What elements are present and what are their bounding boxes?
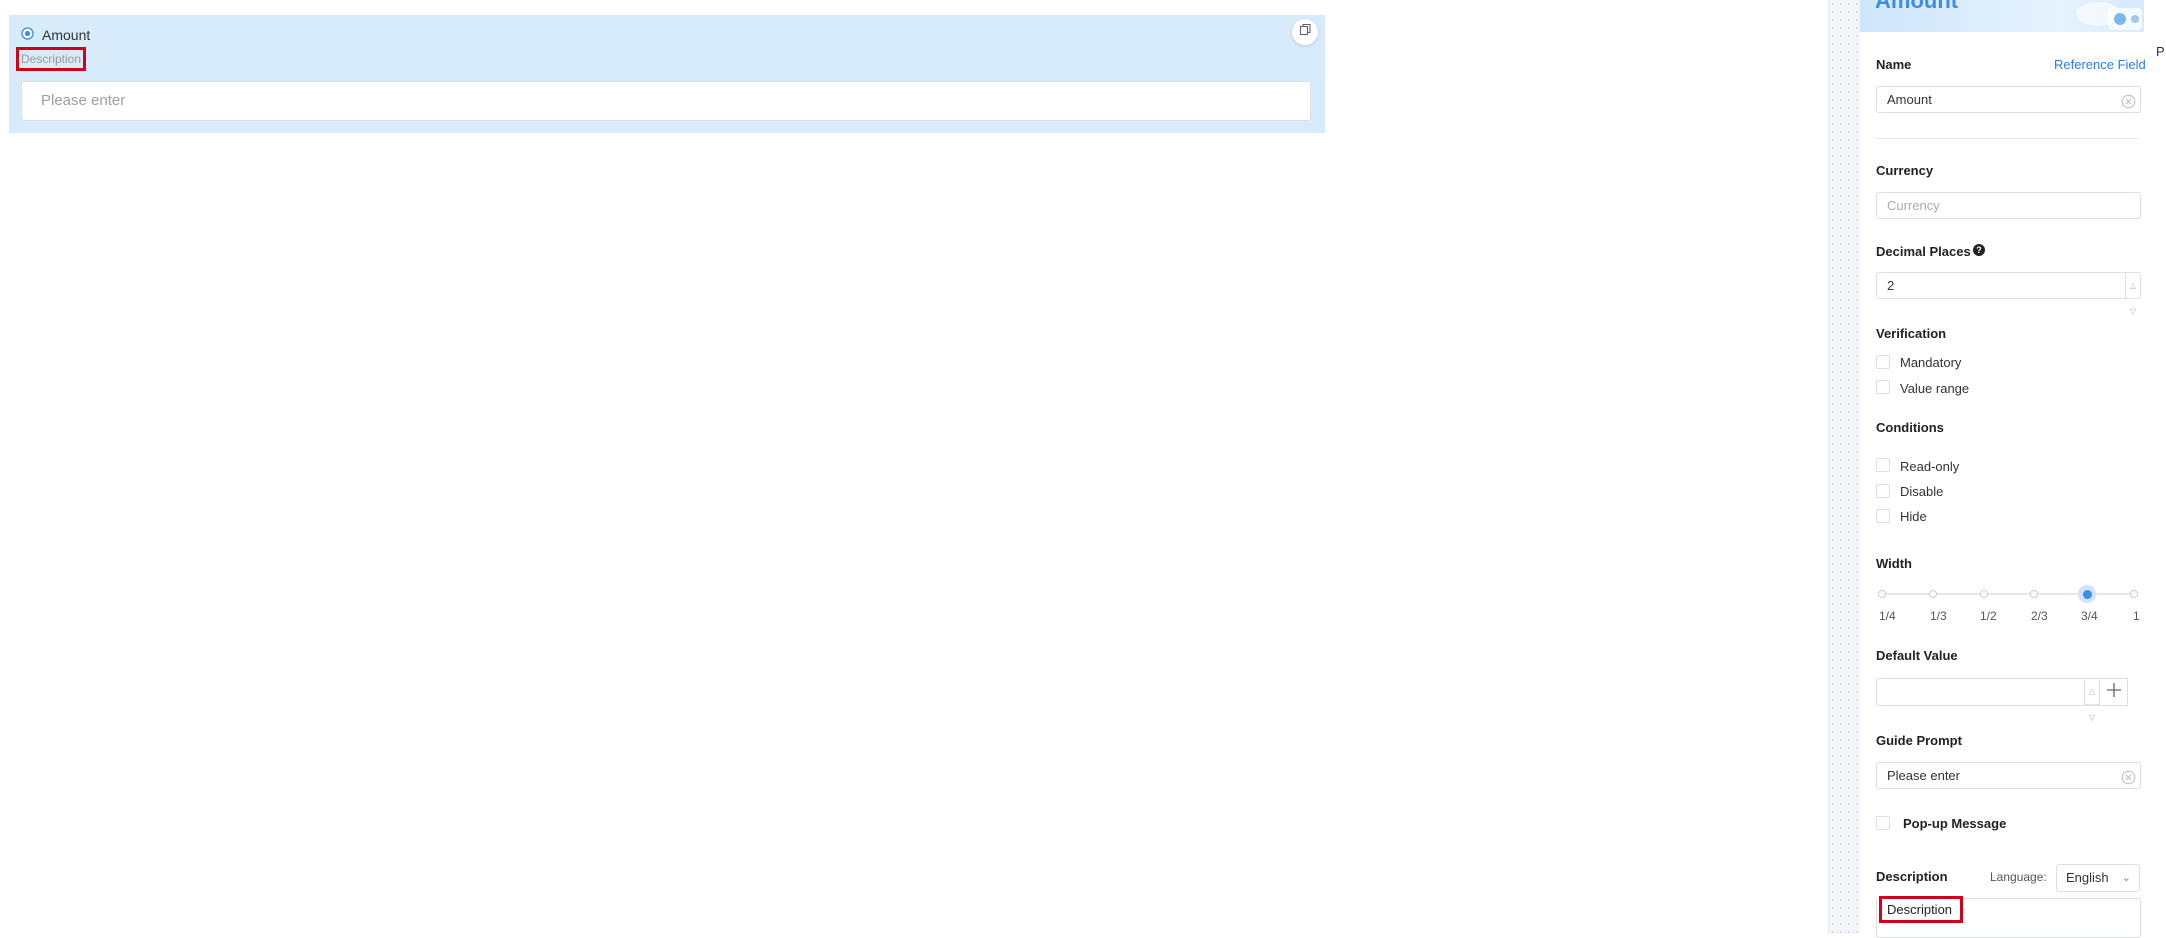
popup-message-checkbox[interactable] <box>1876 816 1890 830</box>
read-only-checkbox[interactable] <box>1876 458 1890 472</box>
decimal-places-label-row: Decimal Places ? <box>1876 244 1985 259</box>
hide-label: Hide <box>1900 509 1927 524</box>
mandatory-label: Mandatory <box>1900 355 1962 370</box>
panel-header-title: Amount <box>1875 0 1959 13</box>
chevron-down-icon[interactable]: ▽ <box>2126 299 2140 324</box>
default-value-spinner[interactable]: △ ▽ <box>2084 679 2099 722</box>
add-default-value-button[interactable] <box>2100 678 2128 706</box>
width-stop[interactable] <box>1980 590 1988 598</box>
width-stop[interactable] <box>1929 590 1937 598</box>
chevron-up-icon[interactable]: △ <box>2126 273 2140 299</box>
width-tick-label: 1/2 <box>1980 609 1997 623</box>
width-label: Width <box>1876 556 1912 571</box>
default-value-input[interactable]: △ ▽ <box>1876 678 2100 722</box>
name-label: Name <box>1876 57 1912 72</box>
currency-input[interactable]: Currency <box>1876 192 2141 219</box>
width-tick-label: 2/3 <box>2031 609 2048 623</box>
width-tick-label: 1 <box>2133 609 2140 623</box>
field-title-row: Amount <box>21 27 90 43</box>
read-only-label: Read-only <box>1900 459 1960 474</box>
help-icon[interactable]: ? <box>1972 244 1985 259</box>
name-input-value: Amount <box>1887 92 1932 107</box>
currency-label: Currency <box>1876 163 1934 178</box>
width-tick-label: 1/3 <box>1930 609 1947 623</box>
chevron-down-icon[interactable]: ▽ <box>2085 705 2099 730</box>
right-edge-panel: P <box>2144 0 2166 934</box>
reference-field-link[interactable]: Reference Field <box>2054 57 2146 72</box>
plus-icon <box>2106 681 2122 704</box>
width-tick-label: 1/4 <box>1879 609 1896 623</box>
decimal-spinner[interactable]: △ ▽ <box>2125 273 2140 316</box>
width-stop[interactable] <box>2030 590 2038 598</box>
chevron-down-icon: ⌄ <box>2121 872 2131 884</box>
language-label: Language: <box>1990 870 2047 884</box>
field-title: Amount <box>42 27 91 43</box>
width-tick-label: 3/4 <box>2081 609 2098 623</box>
right-edge-letter: P <box>2156 44 2165 59</box>
name-input[interactable]: Amount <box>1876 86 2141 113</box>
field-description: Description <box>16 47 86 71</box>
svg-text:?: ? <box>1976 245 1982 255</box>
width-slider-track[interactable] <box>1882 593 2134 595</box>
decimal-places-input[interactable]: 2 △ ▽ <box>1876 272 2141 316</box>
clear-icon[interactable] <box>2121 768 2136 793</box>
width-stop[interactable] <box>2130 590 2138 598</box>
disable-label: Disable <box>1900 484 1944 499</box>
guide-prompt-value: Please enter <box>1887 768 1960 783</box>
copy-icon <box>1299 23 1312 41</box>
language-value: English <box>2066 870 2109 885</box>
panel-header: Amount <box>1860 0 2144 32</box>
disable-checkbox[interactable] <box>1876 484 1890 498</box>
guide-prompt-label: Guide Prompt <box>1876 733 1962 748</box>
popup-message-label: Pop-up Message <box>1903 816 2007 831</box>
value-range-label: Value range <box>1900 381 1970 396</box>
width-stop[interactable] <box>1878 590 1886 598</box>
width-slider-thumb[interactable] <box>2078 585 2096 603</box>
guide-prompt-input[interactable]: Please enter <box>1876 762 2141 789</box>
description-label: Description <box>1876 869 1948 884</box>
language-select[interactable]: English ⌄ <box>2056 864 2140 892</box>
header-decoration-icon <box>2060 0 2144 32</box>
amount-input[interactable]: Please enter <box>21 81 1311 121</box>
amount-field-card[interactable]: Amount Description Please enter <box>9 15 1325 133</box>
decimal-places-label: Decimal Places <box>1876 244 1971 259</box>
chevron-up-icon[interactable]: △ <box>2085 679 2099 705</box>
clear-icon[interactable] <box>2121 92 2136 117</box>
mandatory-checkbox[interactable] <box>1876 355 1890 369</box>
decimal-places-value: 2 <box>1887 278 1895 293</box>
value-range-checkbox[interactable] <box>1876 380 1890 394</box>
radio-icon <box>21 27 34 43</box>
conditions-label: Conditions <box>1876 420 1944 435</box>
description-text-highlight: Description <box>1879 896 1963 923</box>
panel-gutter <box>1828 0 1861 934</box>
verification-label: Verification <box>1876 326 1947 341</box>
name-divider <box>1876 138 2138 139</box>
hide-checkbox[interactable] <box>1876 509 1890 523</box>
default-value-label: Default Value <box>1876 648 1958 663</box>
copy-field-button[interactable] <box>1292 19 1318 45</box>
